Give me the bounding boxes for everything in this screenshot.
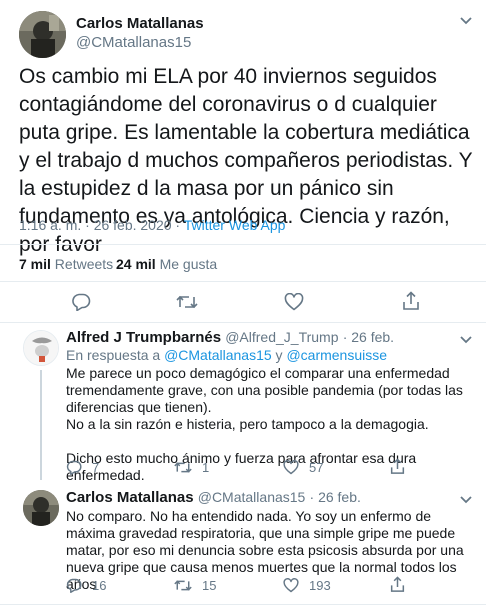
reply-paragraph: No a la sin razón e histeria, pero tampo… (66, 416, 429, 432)
likes-label: Me gusta (155, 256, 218, 272)
like-button[interactable] (284, 293, 304, 311)
tweet-timestamp[interactable]: 1:16 a. m. · 26 feb. 2020 · (19, 217, 184, 233)
tweet-meta: 1:16 a. m. · 26 feb. 2020 · Twitter Web … (19, 217, 285, 233)
divider (0, 281, 486, 282)
reply-text: No comparo. No ha entendido nada. Yo soy… (66, 508, 466, 593)
reply-text: Me parece un poco demagógico el comparar… (66, 365, 466, 484)
reply-header: Carlos Matallanas @CMatallanas15 · 26 fe… (66, 489, 361, 506)
divider (0, 244, 486, 245)
reply-avatar[interactable] (23, 490, 59, 526)
like-button[interactable]: 57 (283, 460, 323, 475)
reply-count: 16 (92, 578, 107, 593)
like-count: 57 (309, 460, 324, 475)
reply-button[interactable]: 16 (66, 578, 106, 593)
reply-button[interactable]: 7 (66, 460, 99, 475)
retweets-stat[interactable]: 7 mil Retweets (19, 256, 113, 272)
divider (0, 604, 486, 605)
author-avatar[interactable] (19, 11, 66, 58)
retweet-button[interactable] (176, 293, 198, 311)
share-button[interactable] (390, 458, 405, 475)
reply-icon (66, 578, 82, 593)
author-handle[interactable]: @CMatallanas15 (76, 34, 191, 51)
retweet-button[interactable]: 1 (174, 460, 209, 475)
thread-line (40, 370, 42, 480)
reply-avatar[interactable] (23, 330, 59, 366)
heart-icon (283, 460, 299, 475)
mention-link[interactable]: @carmensuisse (286, 347, 387, 363)
reply-author-handle[interactable]: @Alfred_J_Trump (225, 329, 338, 345)
share-button[interactable] (402, 291, 420, 311)
retweet-button[interactable]: 15 (174, 578, 216, 593)
in-reply-to: En respuesta a @CMatallanas15 y @carmens… (66, 347, 387, 363)
share-icon (403, 291, 419, 310)
share-icon (390, 576, 405, 592)
mention-link[interactable]: @CMatallanas15 (164, 347, 272, 363)
reply-paragraph: No comparo. No ha entendido nada. Yo soy… (66, 508, 464, 592)
reply-date[interactable]: · 26 feb. (343, 329, 394, 345)
retweets-label: Retweets (50, 256, 114, 272)
reply-icon (66, 460, 82, 475)
reply-paragraph: Me parece un poco demagógico el comparar… (66, 365, 463, 415)
in-reply-to-and: y (271, 347, 287, 363)
heart-icon (284, 293, 304, 311)
retweet-count: 15 (202, 578, 217, 593)
chevron-down-icon[interactable] (459, 333, 473, 347)
retweet-icon (174, 580, 192, 591)
reply-date[interactable]: · 26 feb. (310, 489, 361, 505)
reply-count: 7 (92, 460, 100, 475)
tweet-source-link[interactable]: Twitter Web App (184, 217, 286, 233)
reply-icon (72, 293, 91, 311)
likes-stat[interactable]: 24 mil Me gusta (116, 256, 217, 272)
share-icon (390, 458, 405, 474)
share-button[interactable] (390, 576, 405, 593)
retweet-icon (174, 462, 192, 473)
heart-icon (283, 578, 299, 593)
reply-paragraph: Dicho esto mucho ánimo y fuerza para afr… (66, 450, 417, 483)
chevron-down-icon[interactable] (459, 14, 473, 28)
chevron-down-icon[interactable] (459, 493, 473, 507)
like-count: 193 (309, 578, 331, 593)
divider (0, 322, 486, 323)
retweet-icon (176, 295, 198, 309)
reply-author-handle[interactable]: @CMatallanas15 (198, 489, 306, 505)
reply-button[interactable] (71, 293, 91, 311)
reply-header: Alfred J Trumpbarnés @Alfred_J_Trump · 2… (66, 329, 394, 346)
likes-count: 24 mil (116, 256, 156, 272)
reply-author-name[interactable]: Alfred J Trumpbarnés (66, 329, 221, 346)
author-name[interactable]: Carlos Matallanas (76, 15, 204, 32)
retweets-count: 7 mil (19, 256, 51, 272)
reply-author-name[interactable]: Carlos Matallanas (66, 489, 194, 506)
retweet-count: 1 (202, 460, 210, 475)
like-button[interactable]: 193 (283, 578, 331, 593)
in-reply-to-prefix: En respuesta a (66, 347, 165, 363)
